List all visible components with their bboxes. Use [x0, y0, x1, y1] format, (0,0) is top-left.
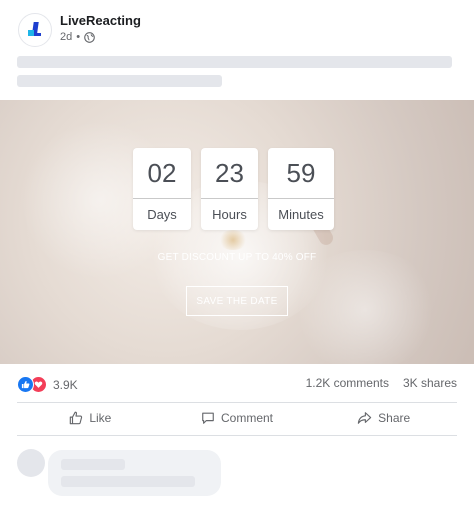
livereacting-logo-icon	[28, 22, 41, 36]
divider	[17, 402, 457, 403]
share-button[interactable]: Share	[310, 404, 457, 432]
flower-blossom-decoration	[290, 250, 440, 364]
page-avatar[interactable]	[18, 13, 52, 47]
comment-placeholder-line-1	[61, 459, 125, 470]
meta-separator: •	[76, 31, 81, 43]
minutes-value: 59	[268, 148, 334, 199]
promo-banner[interactable]: 02 Days 23 Hours 59 Minutes GET DISCOUNT…	[0, 100, 474, 364]
offer-text: GET DISCOUNT UP TO 40% OFF	[157, 252, 317, 263]
countdown-timer: 02 Days 23 Hours 59 Minutes	[133, 148, 334, 230]
text-placeholder-line-2	[17, 75, 222, 87]
post-time[interactable]: 2d	[60, 31, 72, 43]
days-value: 02	[133, 148, 191, 199]
commenter-avatar-placeholder	[17, 449, 45, 477]
thumbs-up-icon	[70, 411, 83, 425]
comments-count[interactable]: 1.2K comments	[306, 376, 389, 390]
text-placeholder-line-1	[17, 56, 452, 68]
comment-label: Comment	[221, 411, 274, 425]
post-stats: 3.9K 1.2K comments 3K shares	[17, 376, 457, 394]
save-the-date-button[interactable]: SAVE THE DATE	[186, 286, 288, 316]
comment-bubble-icon	[202, 412, 214, 424]
share-label: Share	[378, 411, 411, 425]
comment-placeholder-line-2	[61, 476, 195, 487]
post-meta: 2d •	[60, 31, 95, 43]
comment-button[interactable]: Comment	[164, 404, 311, 432]
divider	[17, 435, 457, 436]
post-actions: Like Comment Share	[17, 404, 457, 432]
countdown-hours: 23 Hours	[201, 148, 258, 230]
comment-bubble-placeholder	[48, 450, 221, 496]
hours-value: 23	[201, 148, 258, 199]
engagement-counts: 1.2K comments 3K shares	[306, 376, 457, 390]
minutes-label: Minutes	[278, 207, 324, 222]
reactions-count[interactable]: 3.9K	[53, 378, 78, 392]
countdown-days: 02 Days	[133, 148, 191, 230]
share-arrow-icon	[357, 412, 372, 424]
hours-label: Hours	[212, 207, 247, 222]
like-label: Like	[89, 411, 112, 425]
page-name[interactable]: LiveReacting	[60, 13, 141, 28]
globe-icon	[84, 31, 95, 43]
reactions-summary[interactable]: 3.9K	[17, 376, 78, 393]
days-label: Days	[147, 207, 177, 222]
shares-count[interactable]: 3K shares	[403, 376, 457, 390]
like-reaction-icon	[17, 376, 34, 393]
countdown-minutes: 59 Minutes	[268, 148, 334, 230]
flower-center-decoration	[218, 230, 248, 250]
like-button[interactable]: Like	[17, 404, 164, 432]
